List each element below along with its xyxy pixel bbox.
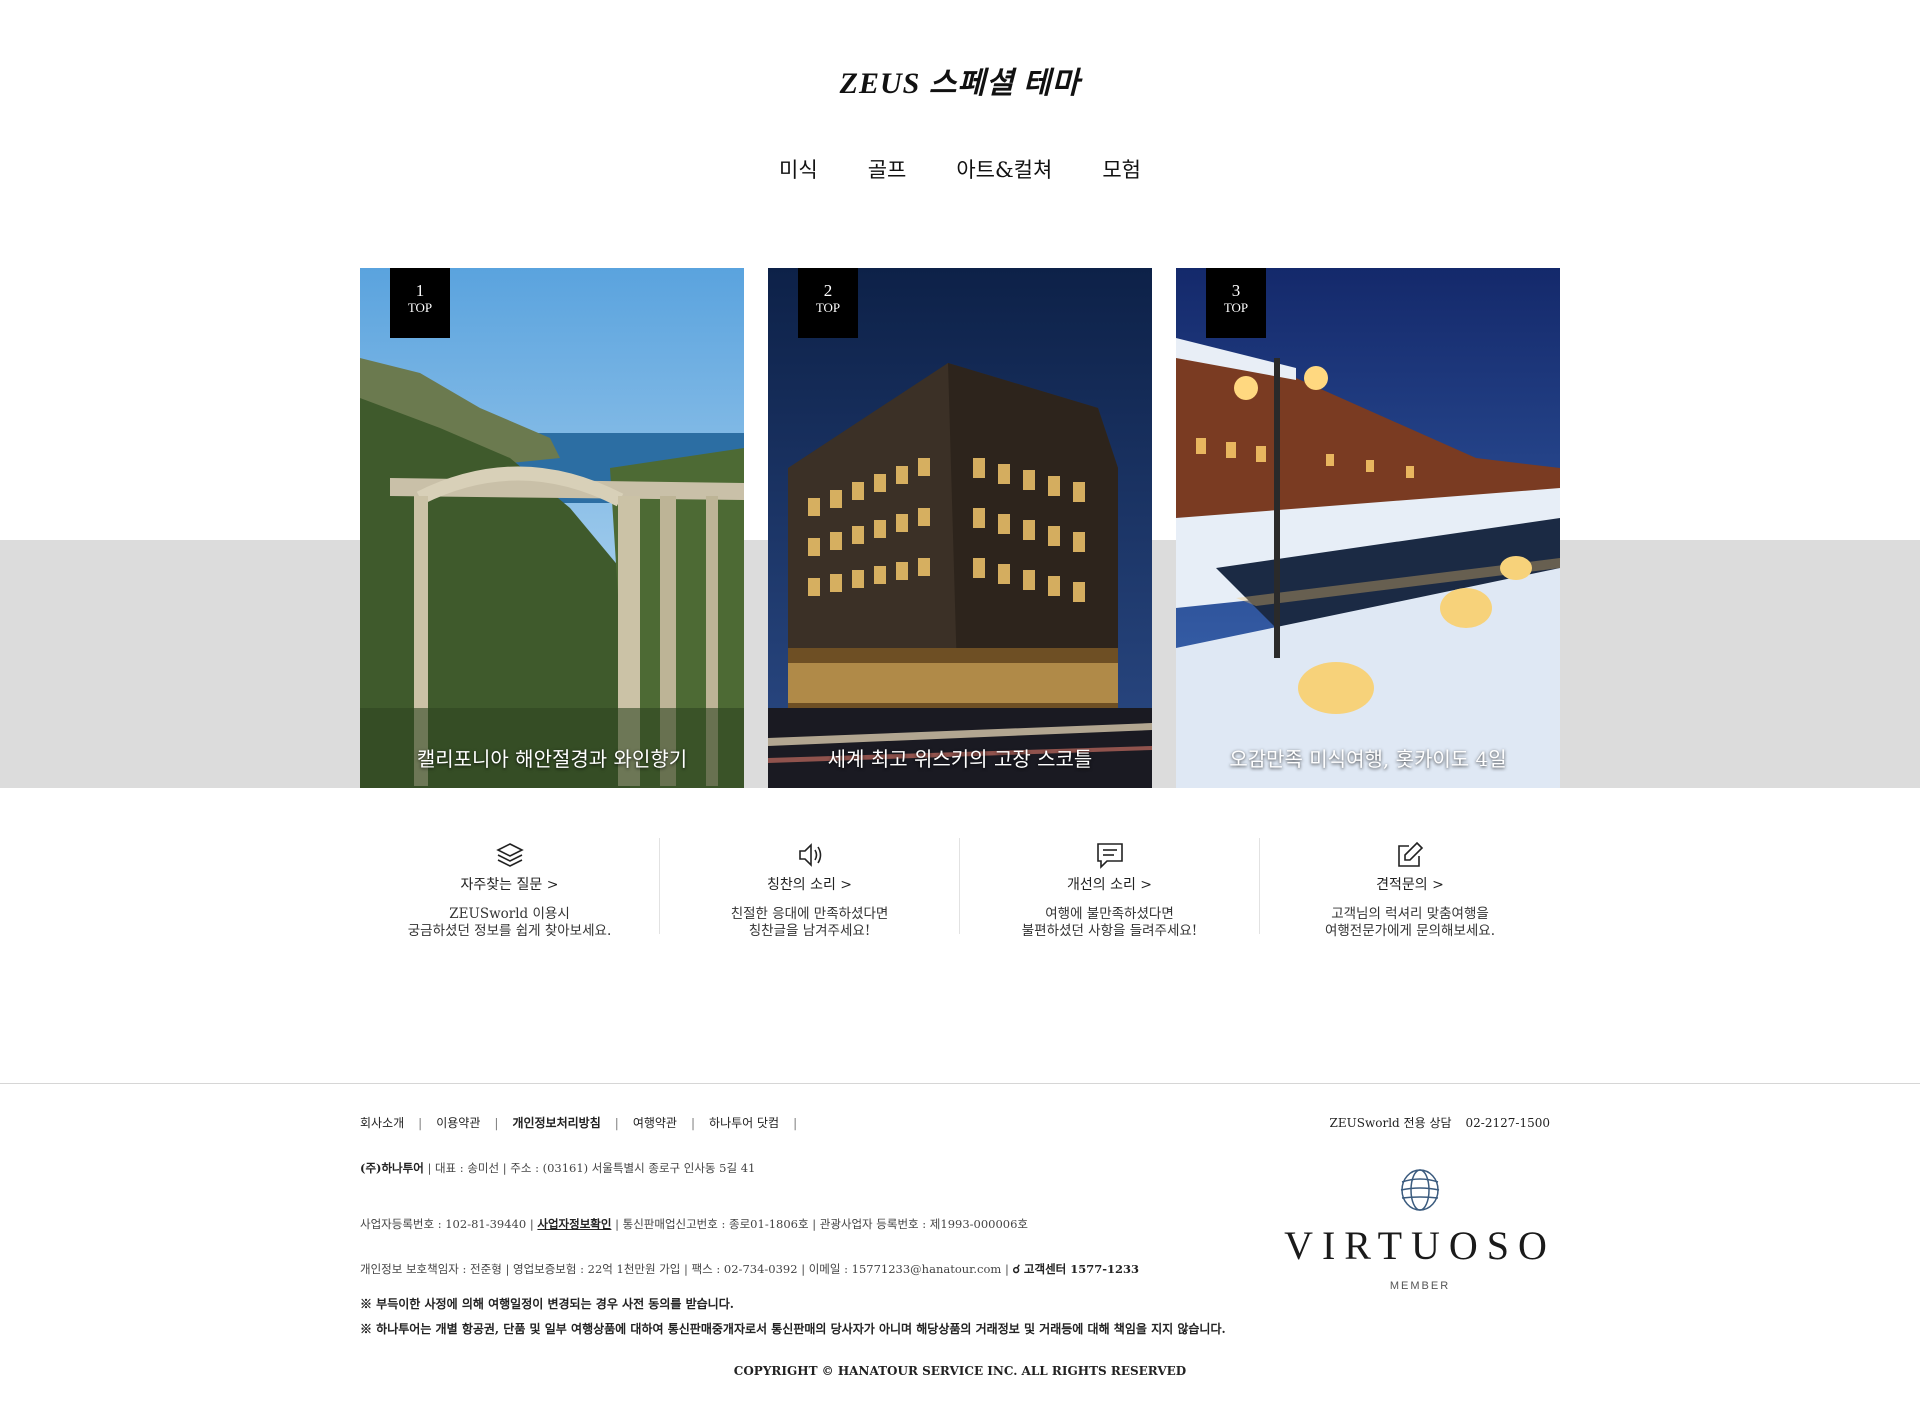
service-desc: 고객님의 럭셔리 맞춤여행을 여행전문가에게 문의해보세요.: [1324, 906, 1496, 939]
separator: |: [690, 1115, 696, 1130]
card-caption: 오감만족 미식여행, 홋카이도 4일: [1229, 747, 1507, 771]
service-title: 견적문의 >: [1376, 877, 1444, 893]
separator: |: [614, 1115, 619, 1130]
separator: |: [793, 1115, 798, 1130]
hotline-number[interactable]: 02-2127-1500: [1466, 1116, 1550, 1130]
virtuoso-member-label: MEMBER: [1389, 1280, 1451, 1292]
company-name: (주)하나투어: [360, 1161, 424, 1175]
footer-link-privacy[interactable]: 개인정보처리방침: [512, 1114, 600, 1131]
hotline-label: ZEUSworld 전용 상담: [1329, 1116, 1452, 1130]
service-quote[interactable]: 견적문의 > 고객님의 럭셔리 맞춤여행을 여행전문가에게 문의해보세요.: [1260, 838, 1560, 939]
theme-card-scotland[interactable]: 2 TOP 세계 최고 위스키의 고장 스코틀: [768, 268, 1152, 788]
biz-license-info: | 통신판매업신고번호 : 종로01-1806호 | 관광사업자 등록번호 : …: [611, 1217, 1029, 1231]
footer-link-hanatour[interactable]: 하나투어 닷컴: [709, 1114, 779, 1131]
edit-icon: [1398, 841, 1424, 867]
rank-label: TOP: [407, 300, 433, 315]
rank-badge: 1 TOP: [390, 268, 450, 338]
company-address: | 대표 : 송미선 | 주소 : (03161) 서울특별시 종로구 인사동 …: [423, 1161, 756, 1175]
theme-card-california[interactable]: 1 TOP 캘리포니아 해안절경과 와인향기: [360, 268, 744, 788]
footer-link-terms[interactable]: 이용약관: [436, 1114, 480, 1131]
card-image-bridge: [360, 268, 744, 788]
service-title: 칭찬의 소리 >: [766, 877, 853, 893]
headset-icon: ☌: [1012, 1262, 1021, 1276]
service-desc: 친절한 응대에 만족하셨다면 칭찬글을 남겨주세요!: [730, 906, 889, 939]
business-info: 사업자등록번호 : 102-81-39440 | 사업자정보확인 | 통신판매업…: [360, 1216, 1028, 1232]
card-image-building: [768, 268, 1152, 788]
service-faq[interactable]: 자주찾는 질문 > ZEUSworld 이용시 궁금하셨던 정보를 쉽게 찾아보…: [360, 838, 660, 939]
company-info: (주)하나투어 | 대표 : 송미선 | 주소 : (03161) 서울특별시 …: [360, 1160, 755, 1176]
footer-divider: [0, 1083, 1920, 1084]
rank-number: 3: [1231, 281, 1241, 300]
copyright: COPYRIGHT © HANATOUR SERVICE INC. ALL RI…: [733, 1364, 1187, 1378]
service-desc: 여행에 불만족하셨다면 불편하셨던 사항을 들려주세요!: [1021, 906, 1198, 939]
call-center[interactable]: 고객센터 1577-1233: [1024, 1262, 1139, 1276]
tab-golf[interactable]: 골프: [866, 152, 909, 186]
rank-badge: 2 TOP: [798, 268, 858, 338]
service-improvement[interactable]: 개선의 소리 > 여행에 불만족하셨다면 불편하셨던 사항을 들려주세요!: [960, 838, 1260, 939]
tab-art-culture[interactable]: 아트&컬쳐: [954, 152, 1054, 186]
virtuoso-member-logo: VIRTUOSO MEMBER: [1280, 1164, 1560, 1294]
rank-badge: 3 TOP: [1206, 268, 1266, 338]
service-desc: ZEUSworld 이용시 궁금하셨던 정보를 쉽게 찾아보세요.: [407, 906, 612, 939]
virtuoso-wordmark: VIRTUOSO: [1284, 1223, 1556, 1268]
service-title: 자주찾는 질문 >: [460, 877, 559, 893]
notice-intermediary: ※ 하나투어는 개별 항공권, 단품 및 일부 여행상품에 대하여 통신판매중개…: [360, 1322, 1226, 1336]
customer-services: 자주찾는 질문 > ZEUSworld 이용시 궁금하셨던 정보를 쉽게 찾아보…: [360, 838, 1560, 939]
theme-tabs: 미식 골프 아트&컬쳐 모험: [0, 152, 1920, 186]
service-title: 개선의 소리 >: [1066, 877, 1153, 893]
footer-links: 회사소개 | 이용약관 | 개인정보처리방침 | 여행약관 | 하나투어 닷컴 …: [360, 1114, 811, 1131]
card-caption: 캘리포니아 해안절경과 와인향기: [416, 747, 688, 771]
rank-label: TOP: [1223, 300, 1249, 315]
separator: |: [494, 1115, 499, 1130]
speaker-icon: [798, 843, 821, 867]
rank-label: TOP: [815, 300, 841, 315]
footer-link-company[interactable]: 회사소개: [360, 1114, 404, 1131]
rank-number: 1: [415, 281, 425, 300]
biz-info-check-link[interactable]: 사업자정보확인: [537, 1217, 611, 1231]
hotline: ZEUSworld 전용 상담 02-2127-1500: [1330, 1114, 1550, 1131]
privacy-officer: 개인정보 보호책임자 : 전준형 | 영업보증보험 : 22억 1천만원 가입 …: [360, 1262, 1013, 1276]
globe-icon: [1400, 1169, 1440, 1211]
card-caption: 세계 최고 위스키의 고장 스코틀: [827, 747, 1093, 771]
privacy-info: 개인정보 보호책임자 : 전준형 | 영업보증보험 : 22억 1천만원 가입 …: [360, 1261, 1139, 1277]
separator: |: [418, 1115, 423, 1130]
card-image-canal: [1176, 268, 1560, 788]
layers-icon: [495, 843, 524, 867]
page-title: ZEUS 스페셜 테마: [839, 67, 1081, 100]
theme-card-hokkaido[interactable]: 3 TOP 오감만족 미식여행, 홋카이도 4일: [1176, 268, 1560, 788]
notice-schedule: ※ 부득이한 사정에 의해 여행일정이 변경되는 경우 사전 동의를 받습니다.: [360, 1297, 734, 1311]
biz-reg-number: 사업자등록번호 : 102-81-39440 |: [360, 1217, 538, 1231]
message-icon: [1096, 843, 1123, 869]
top-theme-cards: 1 TOP 캘리포니아 해안절경과 와인향기 2 TOP 세계 최고 위스키의 …: [360, 268, 1560, 788]
rank-number: 2: [823, 281, 833, 300]
footer-link-travel-terms[interactable]: 여행약관: [633, 1114, 677, 1131]
tab-adventure[interactable]: 모험: [1100, 152, 1143, 186]
service-compliment[interactable]: 칭찬의 소리 > 친절한 응대에 만족하셨다면 칭찬글을 남겨주세요!: [660, 838, 960, 939]
tab-gourmet[interactable]: 미식: [777, 152, 820, 186]
